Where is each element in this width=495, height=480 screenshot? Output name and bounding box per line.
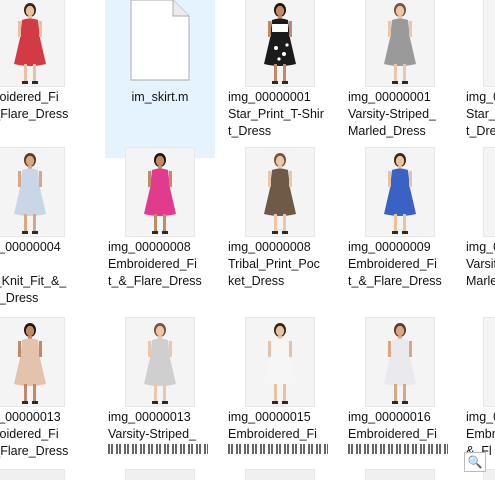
- thumbnail-image: [246, 318, 314, 406]
- thumbnail-image: [366, 148, 434, 236]
- thumbnail-image: [0, 148, 64, 236]
- image-file-item[interactable]: img_00000015 Embroidered_Fi: [225, 318, 335, 480]
- image-file-item[interactable]: img_00000008 Embroidered_Fi t_&_Flare_Dr…: [105, 148, 215, 318]
- image-file-item[interactable]: img_0 Varsit Marle: [463, 148, 495, 318]
- image-file-item[interactable]: img_00000004 2) lub_Knit_Fit_&_ lare_Dre…: [0, 148, 85, 318]
- thumbnail-image: [246, 148, 314, 236]
- file-name-label: img_0 Star_P t_Dres: [466, 90, 495, 138]
- file-name-label: im_skirt.m: [131, 90, 189, 104]
- image-file-item[interactable]: img_00000001 Star_Print_T-Shir t_Dress: [225, 0, 335, 158]
- thumbnail-image: [484, 0, 495, 86]
- thumbnail-image[interactable]: [246, 470, 314, 480]
- image-file-item[interactable]: img_00000008 Tribal_Print_Poc ket_Dress: [225, 148, 335, 318]
- thumbnail-image: [366, 318, 434, 406]
- thumbnail-image[interactable]: [366, 470, 434, 480]
- file-name-label: img_00000004 2) lub_Knit_Fit_&_ lare_Dre…: [0, 240, 67, 305]
- thumbnail-image: [366, 0, 434, 86]
- image-file-item[interactable]: img_00000013 Varsity-Striped_: [105, 318, 215, 480]
- magnifier-icon[interactable]: 🔍: [464, 452, 486, 472]
- file-name-label: img_00000001 Varsity-Striped_ Marled_Dre…: [348, 90, 436, 138]
- thumbnail-image: [484, 148, 495, 236]
- image-file-item[interactable]: mbroidered_Fi _&_Flare_Dress: [0, 0, 85, 158]
- file-grid: mbroidered_Fi _&_Flare_Dress im_skirt.m …: [0, 0, 495, 480]
- file-name-label: img_00000013 mbroidered_Fi _&_Flare_Dres…: [0, 410, 69, 458]
- file-name-label: img_00000016 Embroidered_Fi: [348, 410, 437, 441]
- image-file-item[interactable]: img_00000009 Embroidered_Fi t_&_Flare_Dr…: [345, 148, 455, 318]
- image-file-item[interactable]: img_00000016 Embroidered_Fi: [345, 318, 455, 480]
- thumbnail-image: [0, 0, 64, 86]
- thumbnail-image: [126, 318, 194, 406]
- document-icon: [129, 0, 191, 82]
- thumbnail-image: [246, 0, 314, 86]
- file-name-label: img_00000009 Embroidered_Fi t_&_Flare_Dr…: [348, 240, 442, 288]
- file-name-label: img_00000013 Varsity-Striped_: [108, 410, 196, 441]
- image-file-item[interactable]: img_00000013 mbroidered_Fi _&_Flare_Dres…: [0, 318, 85, 480]
- file-item[interactable]: im_skirt.m: [105, 0, 215, 158]
- image-file-item[interactable]: img_00000001 Varsity-Striped_ Marled_Dre…: [345, 0, 455, 158]
- file-name-label: mbroidered_Fi _&_Flare_Dress: [0, 90, 69, 121]
- file-name-label: img_0 Varsit Marle: [466, 240, 495, 288]
- thumbnail-image[interactable]: [126, 470, 194, 480]
- thumbnail-image: [484, 318, 495, 406]
- thumbnail-image[interactable]: [0, 470, 64, 480]
- overlapping-text-artifact: [348, 444, 448, 454]
- file-name-label: img_00000008 Embroidered_Fi t_&_Flare_Dr…: [108, 240, 202, 288]
- thumbnail-image: [126, 148, 194, 236]
- thumbnail-image: [0, 318, 64, 406]
- file-name-label: img_00000015 Embroidered_Fi: [228, 410, 317, 441]
- file-name-label: img_00000008 Tribal_Print_Poc ket_Dress: [228, 240, 320, 288]
- image-file-item[interactable]: img_0 Star_P t_Dres: [463, 0, 495, 158]
- overlapping-text-artifact: [108, 444, 208, 454]
- overlapping-text-artifact: [228, 444, 328, 454]
- file-name-label: img_00000001 Star_Print_T-Shir t_Dress: [228, 90, 324, 138]
